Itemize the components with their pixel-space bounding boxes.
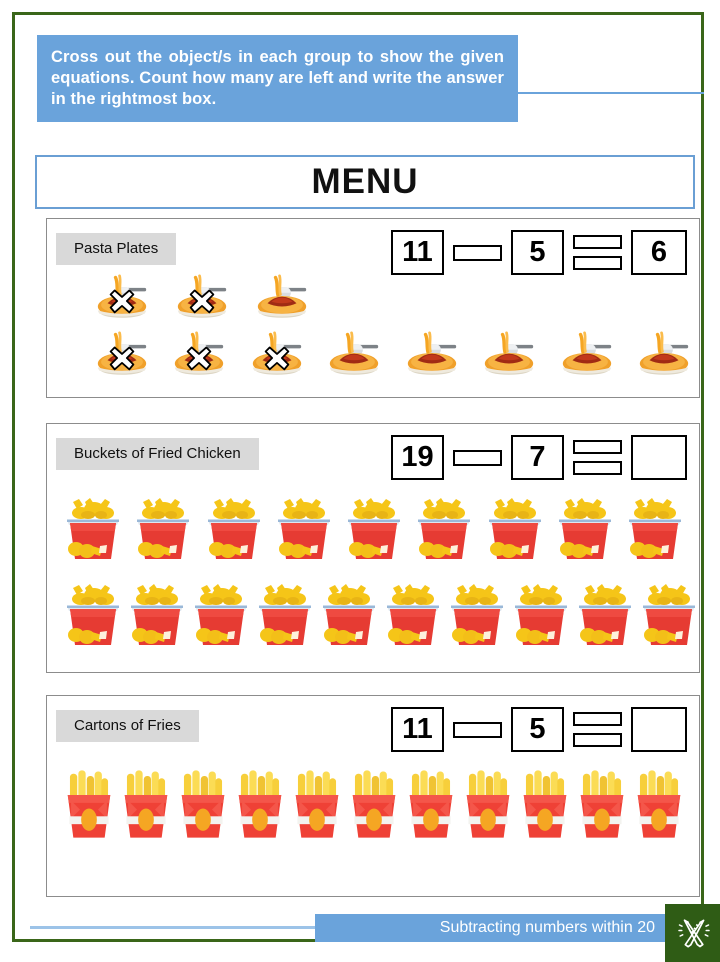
pasta-icon[interactable]: [173, 274, 231, 322]
equation: 19 7: [391, 435, 687, 480]
chicken-bucket-icon[interactable]: [317, 582, 381, 648]
fries-icon[interactable]: [517, 768, 573, 840]
chicken-bucket-icon[interactable]: [342, 496, 406, 562]
equals-operator-icon: [573, 712, 622, 747]
fries-icon[interactable]: [346, 768, 402, 840]
problem-section-chicken: Buckets of Fried Chicken 19 7: [46, 423, 700, 673]
fries-icon[interactable]: [118, 768, 174, 840]
pasta-icon[interactable]: [93, 274, 151, 322]
object-row: [61, 496, 687, 562]
object-row: [61, 768, 687, 840]
minuend-box: 11: [391, 707, 444, 752]
fries-icon[interactable]: [232, 768, 288, 840]
section-label: Cartons of Fries: [56, 710, 199, 742]
subtrahend-box: 5: [511, 230, 564, 275]
chicken-bucket-icon[interactable]: [637, 582, 701, 648]
pasta-icon[interactable]: [93, 331, 151, 379]
chicken-bucket-icon[interactable]: [202, 496, 266, 562]
chicken-bucket-icon[interactable]: [445, 582, 509, 648]
equals-operator-icon: [573, 235, 622, 270]
chicken-bucket-icon[interactable]: [61, 582, 125, 648]
header-divider-rule: [518, 92, 704, 94]
chicken-bucket-icon[interactable]: [509, 582, 573, 648]
section-label: Pasta Plates: [56, 233, 177, 265]
section-label: Buckets of Fried Chicken: [56, 438, 259, 470]
chicken-bucket-icon[interactable]: [483, 496, 547, 562]
pencil-ruler-logo: [665, 904, 720, 962]
footer-caption-bar: Subtracting numbers within 20: [315, 914, 667, 942]
pasta-icon[interactable]: [253, 274, 311, 322]
instruction-banner: Cross out the object/s in each group to …: [37, 35, 518, 122]
fries-icon[interactable]: [289, 768, 345, 840]
minus-operator-icon: [453, 721, 502, 738]
footer-caption-text: Subtracting numbers within 20: [439, 919, 655, 936]
answer-box[interactable]: [631, 435, 687, 480]
menu-title-box: MENU: [35, 155, 695, 209]
problem-section-fries: Cartons of Fries 11 5: [46, 695, 700, 897]
chicken-bucket-icon[interactable]: [412, 496, 476, 562]
subtrahend-box: 7: [511, 435, 564, 480]
fries-icon[interactable]: [175, 768, 231, 840]
page-title: MENU: [311, 162, 419, 201]
chicken-bucket-icon[interactable]: [381, 582, 445, 648]
problem-section-pasta: Pasta Plates 11 5 6: [46, 218, 700, 398]
chicken-bucket-icon[interactable]: [623, 496, 687, 562]
chicken-bucket-icon[interactable]: [189, 582, 253, 648]
pasta-icon[interactable]: [170, 331, 228, 379]
pasta-icon[interactable]: [325, 331, 383, 379]
equation: 11 5 6: [391, 230, 687, 275]
equals-operator-icon: [573, 440, 622, 475]
subtrahend-box: 5: [511, 707, 564, 752]
chicken-bucket-icon[interactable]: [61, 496, 125, 562]
chicken-bucket-icon[interactable]: [573, 582, 637, 648]
chicken-bucket-icon[interactable]: [125, 582, 189, 648]
minus-operator-icon: [453, 244, 502, 261]
fries-icon[interactable]: [460, 768, 516, 840]
chicken-bucket-icon[interactable]: [131, 496, 195, 562]
answer-box[interactable]: 6: [631, 230, 687, 275]
fries-icon[interactable]: [631, 768, 687, 840]
minuend-box: 11: [391, 230, 444, 275]
fries-icon[interactable]: [61, 768, 117, 840]
fries-icon[interactable]: [574, 768, 630, 840]
minuend-box: 19: [391, 435, 444, 480]
object-row: [93, 331, 693, 379]
answer-box[interactable]: [631, 707, 687, 752]
pasta-icon[interactable]: [403, 331, 461, 379]
pasta-icon[interactable]: [635, 331, 693, 379]
chicken-bucket-icon[interactable]: [272, 496, 336, 562]
worksheet-page: Cross out the object/s in each group to …: [12, 12, 720, 962]
pasta-icon[interactable]: [480, 331, 538, 379]
pasta-icon[interactable]: [558, 331, 616, 379]
pasta-icon[interactable]: [248, 331, 306, 379]
chicken-bucket-icon[interactable]: [553, 496, 617, 562]
minus-operator-icon: [453, 449, 502, 466]
object-row: [61, 582, 695, 648]
equation: 11 5: [391, 707, 687, 752]
chicken-bucket-icon[interactable]: [253, 582, 317, 648]
object-row: [93, 274, 693, 322]
fries-icon[interactable]: [403, 768, 459, 840]
